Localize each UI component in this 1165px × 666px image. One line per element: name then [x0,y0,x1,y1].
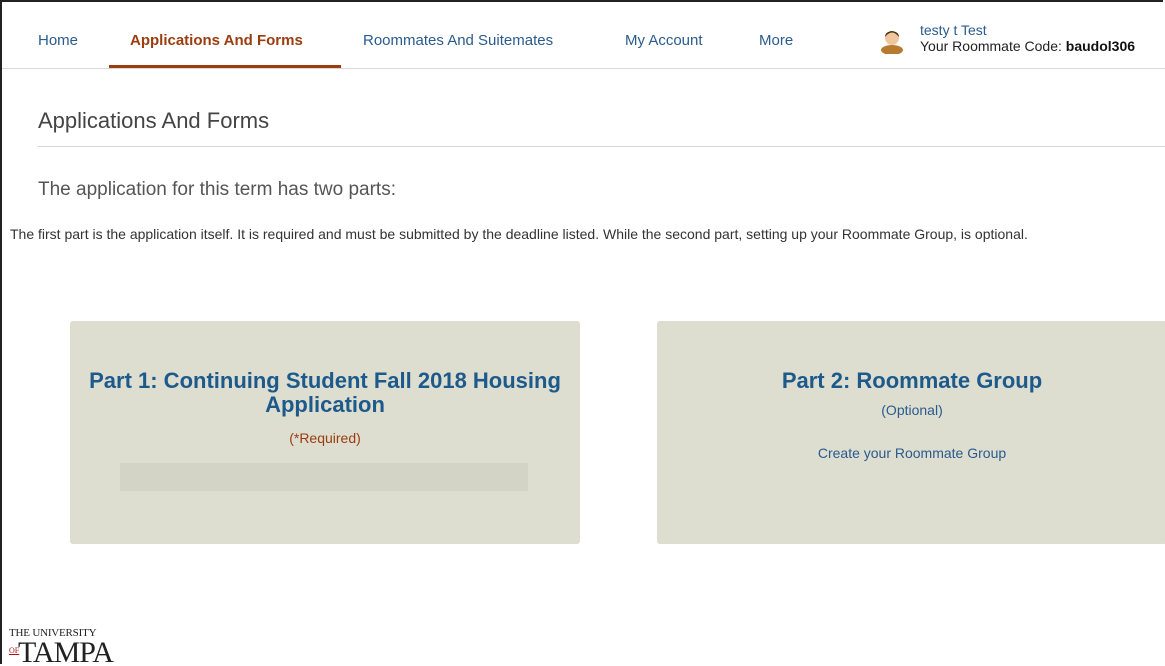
part1-required-note: (*Required) [289,430,361,446]
part2-card: Part 2: Roommate Group (Optional) Create… [657,321,1165,544]
page-description: The first part is the application itself… [10,226,1028,242]
user-avatar-icon [881,31,903,54]
page-title: Applications And Forms [38,108,270,133]
university-logo: THE UNIVERSITY OF TAMPA [9,627,129,666]
title-divider [38,146,1165,147]
part1-title[interactable]: Part 1: Continuing Student Fall 2018 Hou… [70,369,580,417]
roommate-code-value: baudol306 [1065,38,1136,54]
nav-more[interactable]: More [759,32,793,49]
logo-main-text: TAMPA [18,636,114,666]
part2-optional-note: (Optional) [881,402,943,418]
roommate-code: Your Roommate Code: baudol306 [920,38,1135,54]
active-tab-indicator [109,65,341,68]
create-roommate-group-link[interactable]: Create your Roommate Group [657,445,1165,461]
app-frame: Home Applications And Forms Roommates An… [0,0,1165,666]
part2-title: Part 2: Roommate Group [781,368,1043,393]
user-info: testy t Test Your Roommate Code: baudol3… [876,22,1165,64]
user-name[interactable]: testy t Test [920,22,987,38]
nav-my-account[interactable]: My Account [625,32,703,49]
page-subtitle: The application for this term has two pa… [38,179,396,200]
nav-roommates-and-suitemates[interactable]: Roommates And Suitemates [363,32,553,49]
roommate-code-label: Your Roommate Code: [920,38,1062,54]
nav-applications-and-forms[interactable]: Applications And Forms [130,32,303,49]
nav-home[interactable]: Home [38,32,78,49]
part1-card: Part 1: Continuing Student Fall 2018 Hou… [70,321,580,544]
top-navigation: Home Applications And Forms Roommates An… [2,2,1165,69]
part1-status-bar [120,463,528,491]
